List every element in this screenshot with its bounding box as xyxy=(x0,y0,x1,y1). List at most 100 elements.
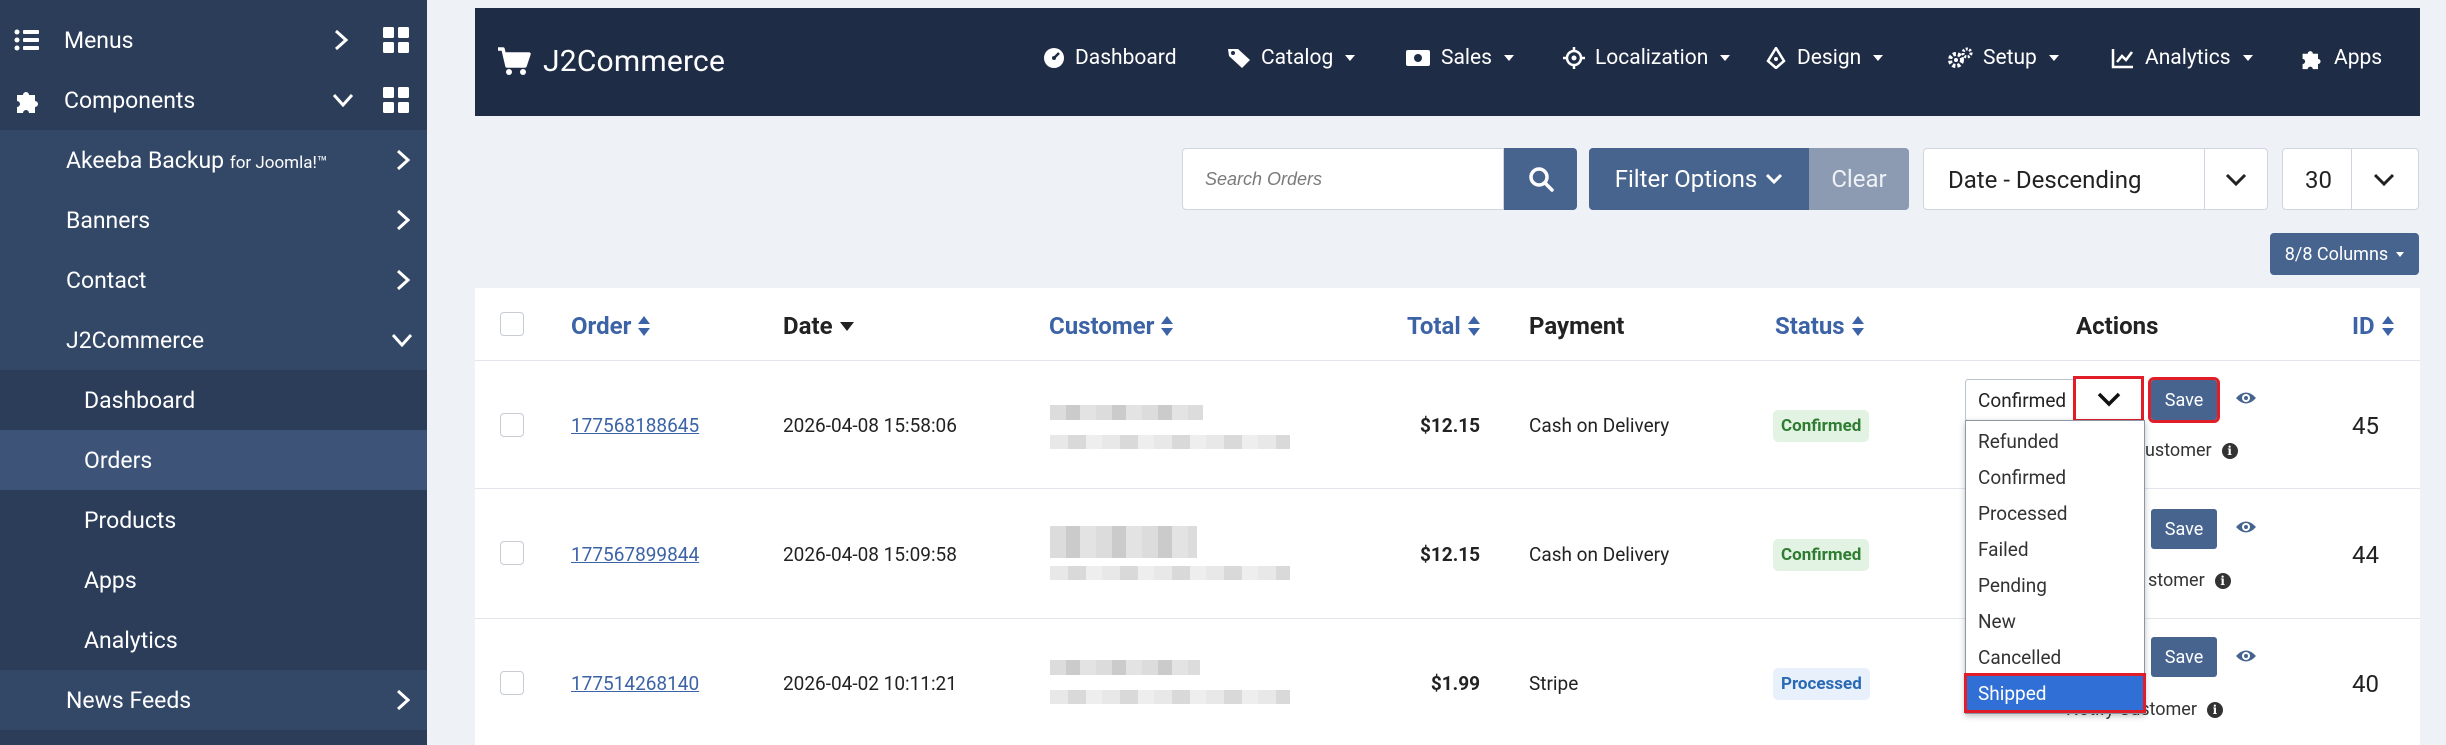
grid-icon[interactable] xyxy=(383,27,409,53)
sidebar: Menus Components Akeeba Backup for Jooml… xyxy=(0,0,427,745)
column-header-label: Customer xyxy=(1049,312,1155,340)
save-button[interactable]: Save xyxy=(2151,509,2217,549)
column-header-total[interactable]: Total xyxy=(1407,312,1481,340)
notify-customer-toggle[interactable]: stomer i xyxy=(2148,570,2231,591)
order-id: 45 xyxy=(2352,412,2379,440)
sidebar-item-j2commerce[interactable]: J2Commerce xyxy=(0,310,427,370)
order-link[interactable]: 177514268140 xyxy=(571,672,699,695)
order-link[interactable]: 177568188645 xyxy=(571,414,699,437)
column-header-label: Date xyxy=(783,312,833,340)
save-button[interactable]: Save xyxy=(2151,637,2217,677)
nav-label: Setup xyxy=(1983,46,2037,70)
sidebar-item-components[interactable]: Components xyxy=(0,70,427,130)
chevron-right-icon[interactable] xyxy=(334,29,348,51)
order-date: 2026-04-08 15:09:58 xyxy=(783,543,957,566)
nav-label: Localization xyxy=(1595,46,1709,70)
payment-method: Cash on Delivery xyxy=(1529,543,1670,566)
column-header-id[interactable]: ID xyxy=(2352,312,2395,340)
column-header-status[interactable]: Status xyxy=(1775,312,1865,340)
sidebar-item-news-feeds[interactable]: News Feeds xyxy=(0,670,427,730)
order-id: 40 xyxy=(2352,670,2379,698)
chevron-right-icon[interactable] xyxy=(396,269,410,291)
caret-down-icon xyxy=(1720,55,1731,61)
sidebar-item-akeeba[interactable]: Akeeba Backup for Joomla!™ xyxy=(0,130,427,190)
sidebar-item-orders[interactable]: Orders xyxy=(0,430,427,490)
money-icon xyxy=(1405,48,1431,68)
payment-method: Stripe xyxy=(1529,672,1579,695)
filter-options-button[interactable]: Filter Options xyxy=(1589,148,1809,210)
customer-email-redacted xyxy=(1050,435,1290,449)
nav-analytics[interactable]: Analytics xyxy=(2111,46,2253,70)
chevron-down-icon[interactable] xyxy=(332,93,354,107)
column-header-label: Payment xyxy=(1529,312,1625,340)
chevron-right-icon[interactable] xyxy=(396,149,410,171)
status-option-failed[interactable]: Failed xyxy=(1966,531,2144,567)
sort-icon xyxy=(1160,315,1174,337)
sidebar-item-products[interactable]: Products xyxy=(0,490,427,550)
status-option-shipped[interactable]: Shipped xyxy=(1964,673,2146,713)
limit-select-value: 30 xyxy=(2305,166,2332,194)
status-option-confirmed[interactable]: Confirmed xyxy=(1966,459,2144,495)
save-button[interactable]: Save xyxy=(2148,377,2220,423)
sidebar-item-analytics[interactable]: Analytics xyxy=(0,610,427,670)
sort-select[interactable]: Date - Descending xyxy=(1923,148,2268,210)
sidebar-item-label: News Feeds xyxy=(66,686,192,714)
notify-customer-toggle[interactable]: ustomer i xyxy=(2145,440,2238,461)
row-checkbox[interactable] xyxy=(500,541,524,565)
customer-email-redacted xyxy=(1050,566,1290,580)
clear-button[interactable]: Clear xyxy=(1809,148,1909,210)
chevron-right-icon[interactable] xyxy=(396,689,410,711)
cart-icon xyxy=(497,46,531,77)
sidebar-item-menus[interactable]: Menus xyxy=(0,10,427,70)
sidebar-item-dashboard[interactable]: Dashboard xyxy=(0,370,427,430)
sidebar-item-apps[interactable]: Apps xyxy=(0,550,427,610)
column-header-order[interactable]: Order xyxy=(571,312,651,340)
nav-catalog[interactable]: Catalog xyxy=(1227,46,1356,70)
nav-localization[interactable]: Localization xyxy=(1563,46,1731,70)
nav-design[interactable]: Design xyxy=(1765,46,1884,70)
status-option-processed[interactable]: Processed xyxy=(1966,495,2144,531)
view-order-eye-icon[interactable] xyxy=(2235,390,2257,406)
search-button[interactable] xyxy=(1504,148,1577,210)
status-option-cancelled[interactable]: Cancelled xyxy=(1966,639,2144,675)
puzzle-icon xyxy=(2300,46,2324,70)
brand[interactable]: J2Commerce xyxy=(497,44,725,79)
nav-setup[interactable]: Setup xyxy=(1947,46,2059,70)
status-option-pending[interactable]: Pending xyxy=(1966,567,2144,603)
column-header-customer[interactable]: Customer xyxy=(1049,312,1174,340)
caret-down-icon xyxy=(1873,55,1884,61)
brand-title: J2Commerce xyxy=(543,44,726,79)
nav-label: Catalog xyxy=(1261,46,1334,70)
nav-sales[interactable]: Sales xyxy=(1405,46,1514,70)
limit-select[interactable]: 30 xyxy=(2282,148,2419,210)
select-all-checkbox[interactable] xyxy=(500,312,524,336)
row-checkbox[interactable] xyxy=(500,671,524,695)
status-option-new[interactable]: New xyxy=(1966,603,2144,639)
puzzle-icon xyxy=(14,86,42,114)
nav-apps[interactable]: Apps xyxy=(2300,46,2382,70)
column-header-date[interactable]: Date xyxy=(783,312,855,340)
view-order-eye-icon[interactable] xyxy=(2235,648,2257,664)
divider xyxy=(475,360,2420,361)
search-input[interactable] xyxy=(1182,148,1504,210)
status-dropdown-toggle[interactable] xyxy=(2073,376,2144,422)
chevron-right-icon[interactable] xyxy=(396,209,410,231)
sort-select-value: Date - Descending xyxy=(1948,166,2142,194)
column-header-label: Status xyxy=(1775,312,1845,340)
view-order-eye-icon[interactable] xyxy=(2235,519,2257,535)
chevron-down-icon[interactable] xyxy=(391,333,413,347)
row-checkbox[interactable] xyxy=(500,413,524,437)
sidebar-item-contact[interactable]: Contact xyxy=(0,250,427,310)
sidebar-item-banners[interactable]: Banners xyxy=(0,190,427,250)
order-total: $1.99 xyxy=(1430,672,1480,695)
order-status-select[interactable]: Confirmed xyxy=(1965,379,2075,421)
sidebar-item-label: Menus xyxy=(64,26,134,54)
nav-dashboard[interactable]: Dashboard xyxy=(1043,46,1177,70)
columns-label: 8/8 Columns xyxy=(2284,243,2389,265)
columns-button[interactable]: 8/8 Columns xyxy=(2270,233,2419,275)
order-total: $12.15 xyxy=(1420,414,1481,437)
grid-icon[interactable] xyxy=(383,87,409,113)
order-link[interactable]: 177567899844 xyxy=(571,543,699,566)
status-option-refunded[interactable]: Refunded xyxy=(1966,423,2144,459)
sidebar-item-label: Contact xyxy=(66,266,147,294)
